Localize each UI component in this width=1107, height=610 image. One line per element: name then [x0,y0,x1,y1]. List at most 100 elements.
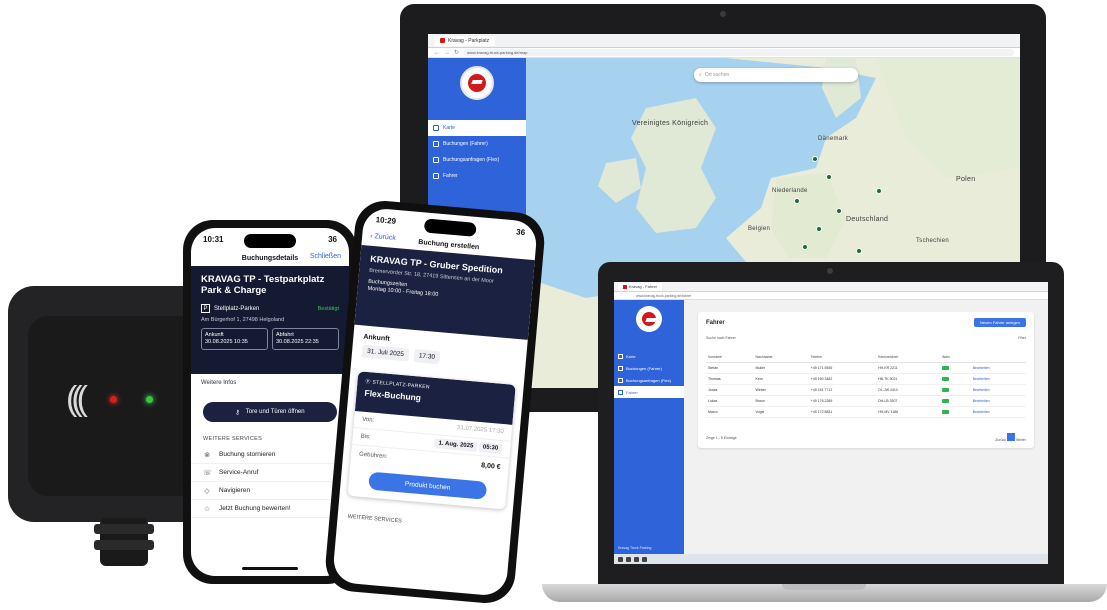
sidebar-item-label: Karte [626,353,636,359]
map-label-poland: Polen [956,176,976,183]
edit-link[interactable]: Bearbeiten [970,373,1026,385]
edit-link[interactable]: Bearbeiten [970,406,1026,418]
arrival-date-picker[interactable]: 31. Juli 2025 [361,344,410,362]
next-page-button[interactable]: Weiter [1016,438,1026,442]
fee-label: Gebühren: [358,451,388,461]
service-item[interactable]: ◇ Navigieren [191,482,349,500]
pagination-controls: Zurück Weiter [995,433,1026,442]
map-search-input[interactable]: ⌕ Ort suchen [694,68,858,82]
back-button[interactable]: ‹ Zurück [370,233,396,242]
search-input[interactable]: Suche nach Fahrer [706,336,736,342]
phone-screen: 10:29 36 ‹ Zurück Buchung erstellen KRAV… [331,207,539,597]
new-driver-button[interactable]: Neuen Fahrer anlegen [973,318,1026,327]
address-bar[interactable]: www.kravag-truck-parking.de/fahrer [614,292,1048,300]
booking-times: Ankunft 30.08.2025 10:35 Abfahrt 30.08.2… [201,328,339,350]
map-pin[interactable] [812,156,818,162]
sidebar-item-label: Buchungsanfragen (Flex) [443,157,500,163]
map-pin[interactable] [794,198,800,204]
taskbar-app-icon[interactable] [642,556,647,562]
table-cell: +49 176 2289 [808,395,877,407]
table-row[interactable]: Stefan Muller +49 171 5545 HH-KR 2211 Bearbe… [706,362,1026,374]
map-pin[interactable] [836,208,842,214]
driver-list-card: Fahrer Neuen Fahrer anlegen Suche nach F… [698,312,1034,448]
column-header[interactable]: Telefon [808,352,877,363]
table-cell: +49 171 5545 [808,362,877,374]
column-header[interactable]: Kennzeichen [876,352,941,363]
sidebar-item-fahrer[interactable]: Fahrer [614,386,684,398]
app-logo [636,306,662,332]
sidebar-item-anfragen[interactable]: Buchungsanfragen (Flex) [614,374,684,386]
user-icon [618,389,623,395]
table-row[interactable]: Marco Vogel +49 172 8831 HH-MV 1186 Bearbeit… [706,406,1026,418]
service-item[interactable]: ☆ Jetzt Buchung bewerten! [191,500,349,518]
start-icon[interactable] [618,556,623,562]
sidebar-item-karte[interactable]: Karte [614,350,684,362]
map-pin[interactable] [802,244,808,250]
map-pin[interactable] [876,188,882,194]
map-pin[interactable] [856,248,862,254]
open-gates-button[interactable]: ⚷ Tore und Türen öffnen [203,402,337,422]
map-pin[interactable] [826,174,832,180]
table-cell: Weber [753,384,809,396]
os-taskbar [614,554,1048,564]
column-header[interactable]: Aktiv [940,352,971,363]
fee-value: 8,00 € [480,462,501,471]
service-item[interactable]: ☏ Service-Anruf [191,464,349,482]
status-time: 10:31 [203,234,224,244]
service-item[interactable]: ⊗ Buchung stornieren [191,446,349,464]
status-time: 10:29 [375,214,397,226]
departure-value: 30.08.2025 22:35 [276,339,319,345]
active-badge [942,398,950,403]
forward-arrow-icon[interactable]: → [444,50,450,56]
location-summary: KRAVAG TP - Gruber Spedition Bremervörde… [354,244,535,340]
prev-page-button[interactable]: Zurück [995,438,1006,442]
table-row[interactable]: Thomas Kern +49 160 3482 HB-TK 9021 Bearbeit… [706,373,1026,385]
table-cell: +49 151 7712 [808,384,877,396]
to-time-picker[interactable]: 05:30 [478,442,503,455]
table-row[interactable]: Jonas Weber +49 151 7712 OL-JW 4410 Bearbeit… [706,384,1026,396]
sidebar-item-karte[interactable]: Karte [428,120,526,136]
reload-icon[interactable]: ↻ [454,49,459,56]
from-value: 31.07.2025 17:30 [456,425,504,436]
table-cell: OL-JW 4410 [876,384,941,396]
taskbar-app-icon[interactable] [626,556,631,562]
back-arrow-icon[interactable]: ← [434,50,440,56]
table-cell: HB-TK 9021 [876,373,941,385]
filter-button[interactable]: Filter [1018,336,1026,342]
close-button[interactable]: Schließen [310,253,341,260]
sidebar-item-anfragen[interactable]: Buchungsanfragen (Flex) [428,152,526,168]
sidebar-item-fahrer[interactable]: Fahrer [428,168,526,184]
address-bar[interactable]: www.kravag-truck-parking.de/map [463,49,1014,56]
table-cell: +49 160 3482 [808,373,877,385]
favicon-icon [623,284,627,289]
more-info-link[interactable]: Weitere Infos [191,374,349,392]
column-header[interactable]: Vorname [706,352,754,363]
map-icon [618,353,623,359]
table-cell: Muller [753,362,809,374]
service-label: Navigieren [219,487,251,494]
map-pin[interactable] [816,226,822,232]
current-page-button[interactable] [1006,433,1015,441]
browser-tab[interactable]: Kravag - Parkplatz [434,35,496,46]
browser-tab[interactable]: Kravag - Fahrer [618,282,663,291]
map-label-netherlands: Niederlande [772,188,808,194]
arrival-time-picker[interactable]: 17:30 [413,349,441,365]
column-header[interactable]: Nachname [753,352,809,363]
list-icon [618,377,623,383]
sidebar-item-label: Buchungen (Fahrer) [443,141,488,147]
booking-type-row: P Stellplatz-Parken Bestätigt [201,304,339,313]
sidebar-item-buchungen[interactable]: Buchungen (Fahrer) [428,136,526,152]
table-row[interactable]: Lukas Braun +49 176 2289 DH-LB 3307 Bearbeit… [706,395,1026,407]
map-label-germany: Deutschland [846,216,889,223]
dynamic-island [244,234,296,248]
sidebar-item-buchungen[interactable]: Buchungen (Fahrer) [614,362,684,374]
edit-link[interactable]: Bearbeiten [970,395,1026,407]
taskbar-app-icon[interactable] [634,556,639,562]
edit-link[interactable]: Bearbeiten [970,362,1026,374]
to-date-picker[interactable]: 1. Aug. 2025 [434,438,478,452]
edit-link[interactable]: Bearbeiten [970,384,1026,396]
sidebar-footer: Kravag Truck Parking [618,546,652,550]
booking-address: Am Bürgerhof 1, 27498 Helgoland [201,317,285,323]
active-badge [942,387,950,392]
open-gates-label: Tore und Türen öffnen [245,409,305,415]
